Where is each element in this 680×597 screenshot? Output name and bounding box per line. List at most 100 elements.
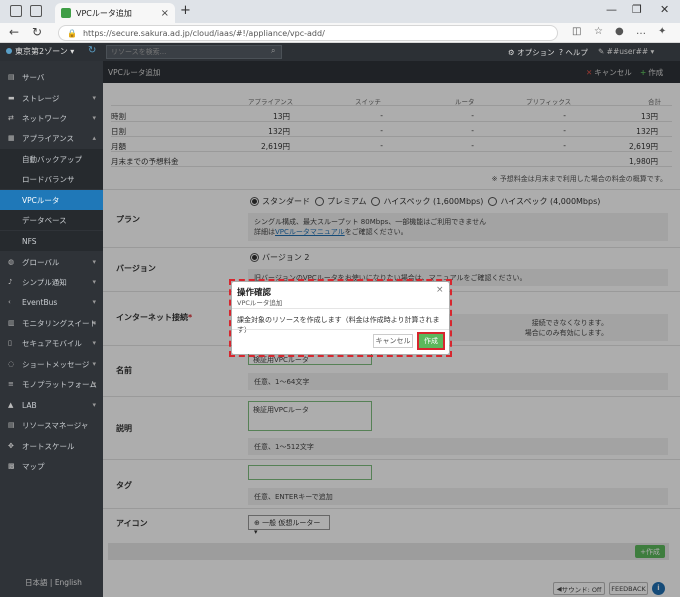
resource-icon: ▤ <box>8 421 15 429</box>
reload-icon[interactable]: ↻ <box>32 25 42 39</box>
sidebar-subitem-loadbalancer[interactable]: ロードバランサ <box>0 169 103 189</box>
sidebar-item-label: データベース <box>22 215 67 225</box>
sidebar-item-label: シンプル通知 <box>22 277 67 287</box>
divider <box>232 329 449 330</box>
lang-ja-link[interactable]: 日本語 <box>25 578 48 587</box>
sidebar-item-mono-platform[interactable]: ≡ モノプラットフォーム ▾ <box>0 374 103 394</box>
help-label: ヘルプ <box>565 48 588 57</box>
url-text: https://secure.sakura.ad.jp/cloud/iaas/#… <box>82 28 325 38</box>
sidebar-item-global[interactable]: ◍ グローバル ▾ <box>0 252 103 272</box>
sidebar-item-label: LAB <box>22 400 37 410</box>
create-button-highlight <box>417 332 445 350</box>
lang-separator: | <box>49 578 53 587</box>
monitor-icon: ▥ <box>8 319 15 327</box>
sidebar-item-map[interactable]: ▩ マップ <box>0 456 103 476</box>
network-icon: ⇄ <box>8 114 14 122</box>
map-icon: ▩ <box>8 462 15 470</box>
chevron-up-icon: ▴ <box>92 134 96 142</box>
resource-search-input[interactable] <box>106 45 282 59</box>
lang-en-link[interactable]: English <box>55 578 82 587</box>
sidebar-item-simple-notify[interactable]: ♪ シンプル通知 ▾ <box>0 272 103 292</box>
favicon-icon <box>61 8 71 18</box>
sidebar-item-label: 自動バックアップ <box>22 154 82 164</box>
chevron-down-icon: ▾ <box>92 401 96 409</box>
sidebar-item-resource-manager[interactable]: ▤ リソースマネージャ <box>0 415 103 435</box>
search-icon[interactable]: ⌕ <box>271 46 275 56</box>
help-link[interactable]: ? ヘルプ <box>559 47 588 58</box>
chevron-down-icon: ▾ <box>92 258 96 266</box>
chevron-down-icon: ▾ <box>92 339 96 347</box>
back-icon[interactable]: ← <box>9 25 19 39</box>
sidebar-subitem-nfs[interactable]: NFS <box>0 231 103 251</box>
browser-tab[interactable]: VPCルータ追加 × <box>55 3 175 23</box>
sidebar-item-label: モノプラットフォーム <box>22 379 97 389</box>
address-bar[interactable]: 🔒 https://secure.sakura.ad.jp/cloud/iaas… <box>58 25 558 41</box>
sidebar-item-server[interactable]: ▤ サーバ <box>0 67 103 87</box>
message-icon: ◌ <box>8 360 15 368</box>
avatar[interactable]: ● <box>615 26 624 37</box>
autoscale-icon: ✥ <box>8 442 14 450</box>
sidebar-item-label: マップ <box>22 461 45 471</box>
chevron-down-icon: ▾ <box>92 319 96 327</box>
split-screen-icon[interactable]: ◫ <box>572 26 581 37</box>
options-link[interactable]: ⚙ オプション <box>508 47 555 58</box>
sidebar-item-storage[interactable]: ▬ ストレージ ▾ <box>0 88 103 108</box>
profile-icon[interactable] <box>10 5 22 17</box>
sidebar-item-secure-mobile[interactable]: ▯ セキュアモバイル ▾ <box>0 333 103 353</box>
chevron-down-icon: ▾ <box>92 94 96 102</box>
browser-titlebar: VPCルータ追加 × + — ❐ ✕ <box>0 0 680 23</box>
divider <box>232 308 449 309</box>
user-menu[interactable]: ✎ ##user## ▾ <box>598 47 654 56</box>
new-tab-icon[interactable]: + <box>180 3 191 18</box>
copilot-icon[interactable]: ✦ <box>658 26 666 37</box>
zone-label: 東京第2ゾーン <box>15 47 68 56</box>
sidebar-item-monitoring[interactable]: ▥ モニタリングスイート ▾ <box>0 313 103 333</box>
sidebar-item-label: ロードバランサ <box>22 174 75 184</box>
globe-icon: ◍ <box>8 258 15 266</box>
sidebar-item-label: ショートメッセージ <box>22 359 90 369</box>
sidebar-item-lab[interactable]: ▲ LAB ▾ <box>0 395 103 415</box>
dialog-close-icon[interactable]: × <box>436 285 444 295</box>
lock-icon: 🔒 <box>67 28 77 38</box>
favorites-icon[interactable]: ☆ <box>594 26 603 37</box>
sidebar-item-label: アプライアンス <box>22 133 75 143</box>
chevron-down-icon: ▾ <box>92 360 96 368</box>
sidebar-subitem-database[interactable]: データベース <box>0 210 103 230</box>
dialog-subtitle: VPCルータ追加 <box>237 299 283 307</box>
sidebar-item-label: ネットワーク <box>22 113 67 123</box>
tab-actions-icon[interactable] <box>30 5 42 17</box>
browser-toolbar: ← ↻ 🔒 https://secure.sakura.ad.jp/cloud/… <box>0 23 680 43</box>
sidebar-item-label: NFS <box>22 236 37 246</box>
sidebar-item-label: サーバ <box>22 72 45 82</box>
maximize-icon[interactable]: ❐ <box>632 3 642 16</box>
sidebar-subitem-vpc-router[interactable]: VPCルータ <box>0 190 103 210</box>
sidebar-item-autoscale[interactable]: ✥ オートスケール <box>0 436 103 456</box>
lab-icon: ▲ <box>8 401 14 409</box>
sidebar-item-eventbus[interactable]: ‹ EventBus ▾ <box>0 292 103 312</box>
sidebar-item-label: オートスケール <box>22 441 75 451</box>
minimize-icon[interactable]: — <box>606 3 617 16</box>
chevron-down-icon: ▾ <box>92 278 96 286</box>
sidebar-subitem-autobackup[interactable]: 自動バックアップ <box>0 149 103 169</box>
zone-selector[interactable]: 東京第2ゾーン ▾ <box>6 46 74 57</box>
sidebar-item-label: VPCルータ <box>22 195 60 205</box>
tab-close-icon[interactable]: × <box>161 8 169 19</box>
more-icon[interactable]: … <box>636 26 646 37</box>
refresh-icon[interactable]: ↻ <box>88 45 96 56</box>
zone-icon <box>6 48 12 54</box>
chevron-down-icon: ▾ <box>92 114 96 122</box>
window-close-icon[interactable]: ✕ <box>660 3 669 16</box>
chevron-down-icon: ▾ <box>92 380 96 388</box>
sidebar-item-short-message[interactable]: ◌ ショートメッセージ ▾ <box>0 354 103 374</box>
sidebar-item-label: リソースマネージャ <box>22 420 89 430</box>
sidebar-item-label: グローバル <box>22 257 60 267</box>
storage-icon: ▬ <box>8 94 15 102</box>
sidebar-item-label: セキュアモバイル <box>22 338 82 348</box>
sidebar-item-appliance[interactable]: ▦ アプライアンス ▴ <box>0 128 103 148</box>
chevron-down-icon: ▾ <box>92 298 96 306</box>
dialog-cancel-button[interactable]: キャンセル <box>373 334 413 348</box>
sidebar-item-label: ストレージ <box>22 93 60 103</box>
appliance-icon: ▦ <box>8 134 15 142</box>
sidebar-item-network[interactable]: ⇄ ネットワーク ▾ <box>0 108 103 128</box>
user-name: ##user## <box>606 47 649 56</box>
